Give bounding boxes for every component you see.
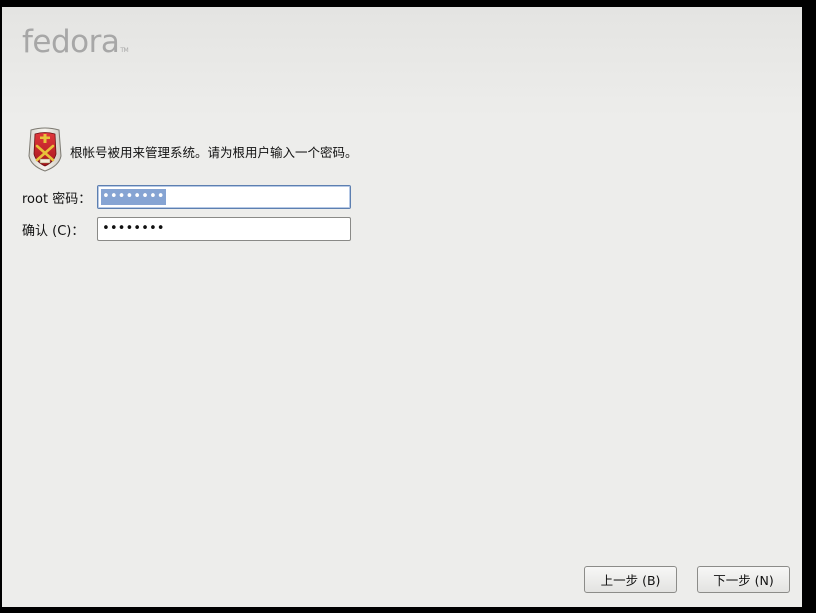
logo-trademark: TM bbox=[120, 47, 129, 54]
intro-message: 根帐号被用来管理系统。请为根用户输入一个密码。 bbox=[70, 145, 358, 160]
root-password-label: root 密码： bbox=[22, 192, 92, 207]
fedora-logo: fedoraTM bbox=[22, 24, 129, 60]
root-password-value: •••••••• bbox=[101, 189, 166, 205]
confirm-password-label: 确认 (C)： bbox=[22, 224, 85, 239]
logo-text: fedora bbox=[22, 24, 120, 60]
confirm-password-value: •••••••• bbox=[102, 221, 165, 236]
confirm-password-field[interactable]: •••••••• bbox=[97, 217, 351, 241]
header-banner: fedoraTM bbox=[2, 7, 802, 117]
root-shield-icon bbox=[25, 126, 65, 172]
root-password-field[interactable]: •••••••• bbox=[97, 185, 351, 209]
back-button[interactable]: 上一步 (B) bbox=[584, 566, 677, 593]
installer-window: fedoraTM 根帐号被用来管理系统。请为根用户输入一个密码。 root 密码… bbox=[2, 7, 802, 607]
next-button[interactable]: 下一步 (N) bbox=[697, 566, 790, 593]
